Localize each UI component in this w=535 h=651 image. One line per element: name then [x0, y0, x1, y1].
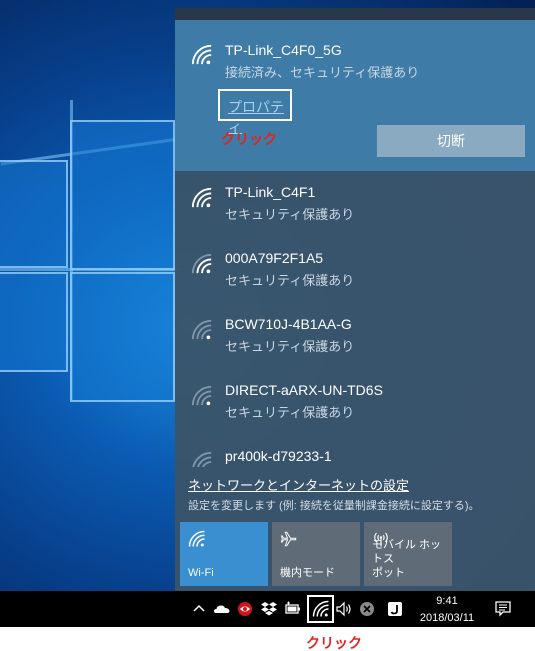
window-pane: [0, 272, 68, 372]
network-settings-link[interactable]: ネットワークとインターネットの設定: [188, 475, 409, 494]
window-pane: [70, 272, 175, 402]
wifi-icon: [188, 530, 206, 548]
mobile-hotspot-tile[interactable]: モバイル ホットス ポット: [364, 522, 452, 586]
network-status: セキュリティ保護あり: [225, 207, 355, 222]
tile-label: 機内モード: [280, 567, 335, 579]
click-annotation: クリック: [306, 635, 362, 651]
wifi-signal-medium-icon: [191, 253, 213, 275]
network-ssid: pr400k-d79233-1: [225, 448, 332, 464]
close-circle-icon[interactable]: [358, 600, 376, 618]
window-pane: [70, 120, 175, 270]
network-list-item[interactable]: pr400k-d79233-1: [175, 437, 535, 467]
network-list-item[interactable]: 000A79F2F1A5 セキュリティ保護あり: [175, 239, 535, 305]
connected-network[interactable]: TP-Link_C4F0_5G 接続済み、セキュリティ保護あり プロパティ クリ…: [175, 20, 535, 171]
dropbox-icon[interactable]: [260, 600, 278, 618]
wifi-toggle-tile[interactable]: Wi-Fi: [180, 522, 268, 586]
network-status: セキュリティ保護あり: [225, 405, 355, 420]
network-ssid: BCW710J-4B1AA-G: [225, 316, 352, 332]
network-list-item[interactable]: BCW710J-4B1AA-G セキュリティ保護あり: [175, 305, 535, 371]
wifi-signal-low-icon: [191, 451, 213, 467]
airplane-icon: [280, 530, 298, 548]
network-status: セキュリティ保護あり: [225, 273, 355, 288]
chevron-up-icon[interactable]: [190, 600, 208, 618]
battery-icon[interactable]: [284, 600, 302, 618]
network-ssid: TP-Link_C4F1: [225, 184, 316, 200]
network-settings-description: 設定を変更します (例: 接続を従量制課金接続に設定する)。: [188, 500, 480, 512]
click-annotation: クリック: [221, 131, 277, 147]
network-ssid: 000A79F2F1A5: [225, 250, 324, 266]
antivirus-icon[interactable]: [236, 600, 254, 618]
network-list-item[interactable]: DIRECT-aARX-UN-TD6S セキュリティ保護あり: [175, 371, 535, 437]
network-flyout: TP-Link_C4F0_5G 接続済み、セキュリティ保護あり プロパティ クリ…: [175, 8, 535, 591]
wifi-signal-low-icon: [191, 385, 213, 407]
speaker-icon[interactable]: [335, 600, 353, 618]
network-list-item[interactable]: TP-Link_C4F1 セキュリティ保護あり: [175, 173, 535, 239]
action-center-icon[interactable]: [494, 600, 512, 618]
wifi-signal-full-icon: [191, 44, 213, 66]
network-ssid: DIRECT-aARX-UN-TD6S: [225, 382, 383, 398]
network-status: セキュリティ保護あり: [225, 339, 355, 354]
network-status: 接続済み、セキュリティ保護あり: [225, 65, 420, 80]
clock-date[interactable]: 2018/03/11: [414, 612, 480, 624]
network-ssid: TP-Link_C4F0_5G: [225, 42, 342, 58]
clock-time[interactable]: 9:41: [432, 595, 462, 607]
flyout-top-bar: [175, 8, 535, 20]
properties-highlight-box: プロパティ: [218, 89, 292, 135]
tile-label: モバイル ホットス ポット: [372, 539, 442, 579]
app-icon[interactable]: [386, 600, 404, 618]
taskbar: 9:41 2018/03/11: [0, 591, 535, 627]
wifi-signal-low-icon: [191, 319, 213, 341]
tile-label: Wi-Fi: [188, 567, 214, 579]
wifi-signal-full-icon: [191, 187, 213, 209]
wifi-icon[interactable]: [312, 600, 330, 618]
airplane-mode-tile[interactable]: 機内モード: [272, 522, 360, 586]
disconnect-button[interactable]: 切断: [377, 125, 525, 157]
window-pane: [0, 160, 68, 268]
onedrive-icon[interactable]: [213, 600, 231, 618]
